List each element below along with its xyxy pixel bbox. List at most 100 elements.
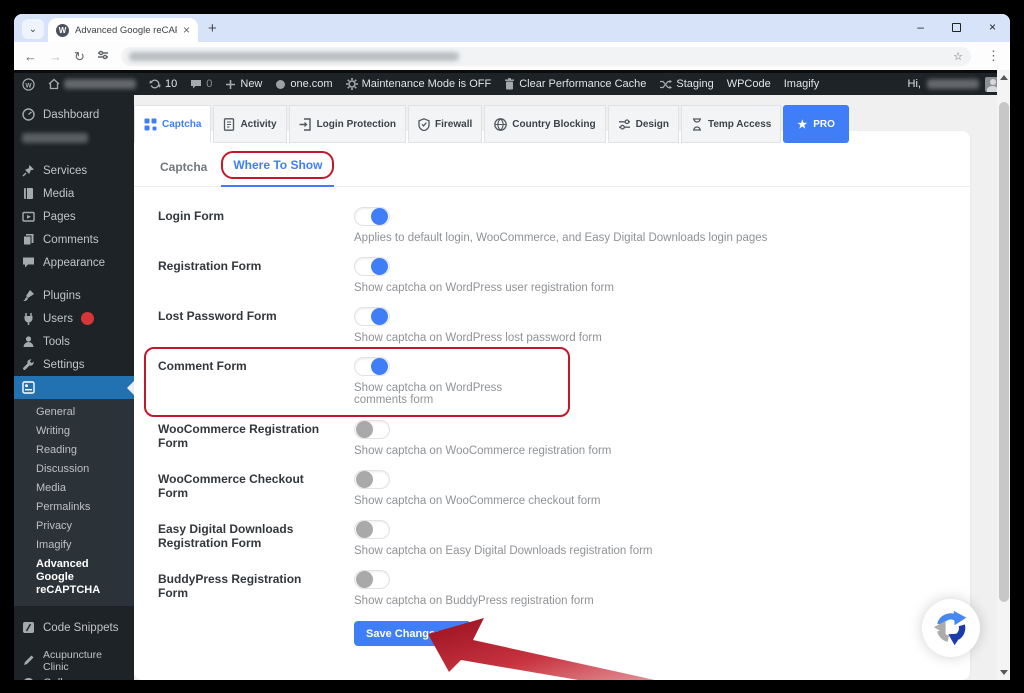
tab-close-icon[interactable]: × <box>183 24 190 36</box>
tune-icon[interactable] <box>97 49 109 63</box>
plugin-settings-page: Captcha Activity Login Protection Firewa… <box>134 95 1010 680</box>
sidebar-item-redacted[interactable] <box>14 126 134 149</box>
tab-captcha[interactable]: Captcha <box>134 105 211 143</box>
tab-firewall[interactable]: Firewall <box>408 105 482 143</box>
page-scrollbar[interactable] <box>997 70 1010 680</box>
shield-icon <box>418 118 430 131</box>
scroll-down-arrow-icon[interactable] <box>1000 670 1008 675</box>
comment-form-toggle[interactable] <box>354 357 390 376</box>
tab-pro[interactable]: ★ PRO <box>783 105 849 143</box>
scroll-up-arrow-icon[interactable] <box>1000 75 1008 80</box>
subtab-where-to-show[interactable]: Where To Show <box>233 158 322 172</box>
gear-icon <box>346 78 358 90</box>
sidebar-item-posts[interactable]: Services <box>14 159 134 182</box>
setting-description: Show captcha on WordPress user registrat… <box>354 282 970 294</box>
imagify-menu-item[interactable]: Imagify <box>784 78 819 90</box>
pages-icon <box>22 233 35 246</box>
scrollbar-thumb[interactable] <box>999 102 1009 602</box>
browser-tab-title: Advanced Google reCAPTCHA <box>75 25 177 36</box>
submenu-item-writing[interactable]: Writing <box>14 422 134 441</box>
plus-icon <box>225 79 236 90</box>
sidebar-item-collapse-menu[interactable]: Collapse menu <box>14 672 134 680</box>
browser-menu-icon[interactable]: ⋮ <box>987 48 1000 64</box>
annotation-box-comment-form: Comment Form Show captcha on WordPress c… <box>144 347 570 417</box>
globe-icon <box>494 118 507 131</box>
submenu-item-imagify[interactable]: Imagify <box>14 536 134 555</box>
submenu-item-permalinks[interactable]: Permalinks <box>14 498 134 517</box>
submenu-item-general[interactable]: General <box>14 403 134 422</box>
clear-cache-menu-item[interactable]: Clear Performance Cache <box>504 78 646 90</box>
submenu-item-privacy[interactable]: Privacy <box>14 517 134 536</box>
sidebar-item-services[interactable]: Media <box>14 182 134 205</box>
login-icon <box>299 118 312 131</box>
setting-row-woocommerce-registration-form: WooCommerce Registration Form Show captc… <box>158 420 970 457</box>
setting-label: WooCommerce Registration Form <box>158 420 354 457</box>
annotation-box-where-to-show: Where To Show <box>221 151 334 179</box>
account-menu-item[interactable]: Hi, <box>908 77 1000 92</box>
setting-description: Show captcha on Easy Digital Downloads r… <box>354 545 970 557</box>
submenu-item-reading[interactable]: Reading <box>14 441 134 460</box>
subtab-captcha[interactable]: Captcha <box>160 160 207 186</box>
window-maximize-button[interactable] <box>952 23 961 32</box>
setting-row-woocommerce-checkout-form: WooCommerce Checkout Form Show captcha o… <box>158 470 970 507</box>
submenu-item-media[interactable]: Media <box>14 479 134 498</box>
comments-menu-item[interactable]: 0 <box>190 78 212 90</box>
new-tab-button[interactable]: + <box>208 20 217 37</box>
settings-icon <box>22 381 35 394</box>
tab-country-blocking[interactable]: Country Blocking <box>484 105 605 143</box>
forward-button[interactable]: → <box>49 50 62 63</box>
tab-search-chevron-icon[interactable]: ⌄ <box>22 19 44 39</box>
submenu-item-advanced-google-recaptcha[interactable]: Advanced Google reCAPTCHA <box>14 555 134 600</box>
browser-window: ⌄ W Advanced Google reCAPTCHA × + – × ← … <box>14 14 1010 680</box>
staging-menu-item[interactable]: Staging <box>659 78 713 90</box>
edd-registration-toggle[interactable] <box>354 520 390 539</box>
setting-row-buddypress-registration-form: BuddyPress Registration Form Show captch… <box>158 570 970 607</box>
buddypress-registration-toggle[interactable] <box>354 570 390 589</box>
registration-form-toggle[interactable] <box>354 257 390 276</box>
tab-temp-access[interactable]: Temp Access <box>681 105 781 143</box>
settings-submenu: General Writing Reading Discussion Media… <box>14 399 134 606</box>
back-button[interactable]: ← <box>24 50 37 63</box>
tab-design[interactable]: Design <box>608 105 679 143</box>
wp-logo-icon[interactable]: W <box>22 78 35 91</box>
woocommerce-registration-toggle[interactable] <box>354 420 390 439</box>
sidebar-item-media[interactable]: Pages <box>14 205 134 228</box>
updates-menu-item[interactable]: 10 <box>149 78 177 90</box>
save-changes-button[interactable]: Save Changes✓ <box>354 621 471 646</box>
sidebar-item-users[interactable]: Tools <box>14 330 134 353</box>
dashboard-icon <box>22 108 35 121</box>
window-minimize-button[interactable]: – <box>917 21 924 33</box>
tab-activity[interactable]: Activity <box>213 105 286 143</box>
sidebar-item-tools[interactable]: Settings <box>14 353 134 376</box>
woocommerce-checkout-toggle[interactable] <box>354 470 390 489</box>
bookmark-star-icon[interactable]: ☆ <box>953 50 963 63</box>
sidebar-item-pages[interactable]: Comments <box>14 228 134 251</box>
brush-icon <box>22 289 35 302</box>
setting-label: Login Form <box>158 207 354 244</box>
sidebar-item-plugins[interactable]: Users <box>14 307 134 330</box>
lost-password-form-toggle[interactable] <box>354 307 390 326</box>
plug-icon <box>22 312 35 325</box>
submenu-item-discussion[interactable]: Discussion <box>14 460 134 479</box>
host-menu-item[interactable]: one.com <box>275 78 332 90</box>
sidebar-item-code-snippets[interactable]: Code Snippets <box>14 616 134 639</box>
tab-login-protection[interactable]: Login Protection <box>289 105 406 143</box>
sidebar-item-appearance[interactable]: Plugins <box>14 284 134 307</box>
browser-tab[interactable]: W Advanced Google reCAPTCHA × <box>48 18 198 42</box>
wpcode-menu-item[interactable]: WPCode <box>727 78 771 90</box>
setting-description: Show captcha on BuddyPress registration … <box>354 595 970 607</box>
maintenance-mode-menu-item[interactable]: Maintenance Mode is OFF <box>346 78 492 90</box>
sidebar-item-comments[interactable]: Appearance <box>14 251 134 274</box>
sidebar-item-settings[interactable] <box>14 376 134 399</box>
setting-description: Applies to default login, WooCommerce, a… <box>354 232 970 244</box>
window-close-button[interactable]: × <box>989 21 996 33</box>
site-menu-item[interactable] <box>48 78 136 90</box>
reload-button[interactable]: ↻ <box>74 50 85 63</box>
url-bar[interactable]: ☆ <box>121 47 971 66</box>
login-form-toggle[interactable] <box>354 207 390 226</box>
sidebar-item-acupuncture-clinic[interactable]: Acupuncture Clinic <box>14 649 134 672</box>
sidebar-item-dashboard[interactable]: Dashboard <box>14 103 134 126</box>
new-content-menu-item[interactable]: New <box>225 78 262 90</box>
setting-row-login-form: Login Form Applies to default login, Woo… <box>158 207 970 244</box>
setting-row-lost-password-form: Lost Password Form Show captcha on WordP… <box>158 307 970 344</box>
